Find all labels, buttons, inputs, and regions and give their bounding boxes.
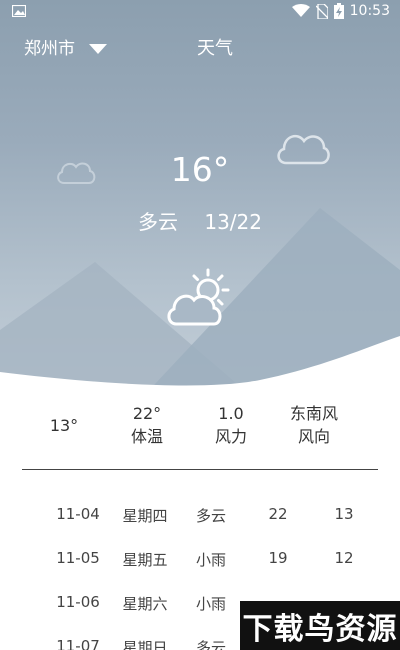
- wifi-icon: [291, 4, 310, 17]
- forecast-low: 12: [334, 549, 354, 567]
- forecast-weekday: 星期五: [122, 551, 168, 569]
- image-icon: [12, 5, 26, 17]
- forecast-condition: 多云: [195, 639, 226, 650]
- forecast-condition: 多云: [195, 507, 226, 525]
- stat-value: 东南风: [289, 404, 338, 423]
- forecast-condition: 小雨: [195, 551, 226, 569]
- status-time: 10:53: [349, 3, 390, 19]
- watermark: 下载鸟资源: [240, 601, 400, 650]
- divider: [22, 469, 378, 470]
- stat-label: 风力: [214, 427, 247, 446]
- forecast-row[interactable]: 11-04 星期四 多云 22 13: [0, 505, 400, 549]
- forecast-condition: 小雨: [195, 595, 226, 613]
- forecast-date: 11-05: [56, 549, 100, 567]
- stat-value: 13°: [49, 416, 79, 435]
- status-bar: 10:53: [0, 0, 400, 24]
- current-condition: 多云: [138, 210, 178, 234]
- stat-label: 风向: [297, 427, 330, 446]
- forecast-date: 11-06: [56, 593, 100, 611]
- forecast-weekday: 星期六: [122, 595, 168, 613]
- today-stats: 13° 22° 体温 1.0 风力 东南风 风向: [0, 400, 400, 460]
- stat-low-temperature: 13°: [30, 414, 98, 437]
- forecast-high: 22: [268, 505, 288, 523]
- forecast-high: 19: [268, 549, 288, 567]
- forecast-date: 11-07: [56, 637, 100, 650]
- stat-label: 体温: [130, 427, 163, 446]
- stat-wind-power: 1.0 风力: [196, 402, 266, 448]
- forecast-low: 13: [334, 505, 354, 523]
- battery-charging-icon: [333, 3, 344, 19]
- forecast-weekday: 星期日: [122, 639, 168, 650]
- stat-feel-temperature: 22° 体温: [112, 402, 182, 448]
- current-temperature: 16°: [170, 150, 230, 189]
- forecast-date: 11-04: [56, 505, 100, 523]
- current-condition-row: 多云 13/22: [0, 206, 400, 235]
- stat-value: 1.0: [218, 404, 244, 423]
- partly-cloudy-icon: [167, 268, 230, 326]
- forecast-row[interactable]: 11-05 星期五 小雨 19 12: [0, 549, 400, 593]
- page-title: 天气: [197, 38, 233, 59]
- temperature-range: 13/22: [204, 210, 262, 234]
- no-sim-icon: [315, 3, 328, 19]
- forecast-weekday: 星期四: [122, 507, 168, 525]
- stat-wind-direction: 东南风 风向: [276, 402, 352, 448]
- stat-value: 22°: [132, 404, 162, 423]
